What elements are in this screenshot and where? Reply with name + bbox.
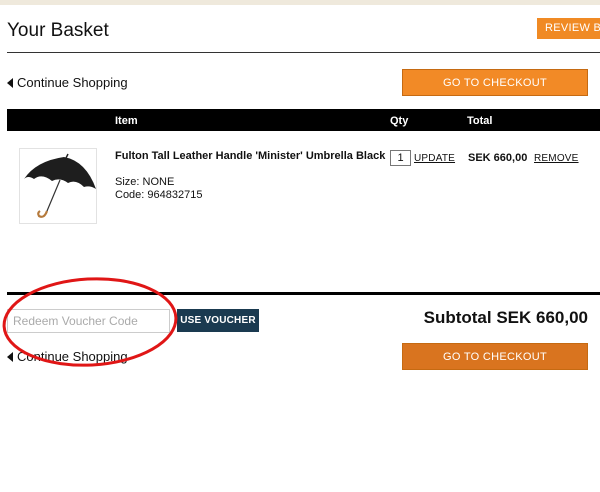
- line-total: SEK 660,00: [468, 152, 528, 164]
- product-code: Code: 964832715: [115, 189, 203, 201]
- header-item: Item: [115, 115, 138, 127]
- basket-table-header: Item Qty Total: [7, 109, 600, 131]
- remove-link[interactable]: REMOVE: [534, 153, 579, 164]
- top-banner-strip: [0, 0, 600, 5]
- back-arrow-icon: [7, 77, 13, 88]
- annotation-circle: [2, 277, 178, 367]
- page-title: Your Basket: [7, 20, 109, 41]
- continue-shopping-link-top[interactable]: Continue Shopping: [7, 75, 128, 90]
- title-divider: [7, 52, 600, 53]
- subtotal: Subtotal SEK 660,00: [423, 308, 588, 327]
- review-basket-button[interactable]: REVIEW BASKET: [537, 18, 600, 39]
- update-link[interactable]: UPDATE: [414, 153, 455, 164]
- umbrella-icon: [24, 153, 96, 218]
- header-qty: Qty: [390, 115, 409, 127]
- checkout-button-top[interactable]: GO TO CHECKOUT: [402, 69, 588, 96]
- checkout-button-bottom[interactable]: GO TO CHECKOUT: [402, 343, 588, 370]
- continue-shopping-label: Continue Shopping: [17, 75, 128, 90]
- product-size: Size: NONE: [115, 176, 175, 188]
- product-name[interactable]: Fulton Tall Leather Handle 'Minister' Um…: [115, 150, 385, 162]
- header-total: Total: [467, 115, 493, 127]
- product-image[interactable]: [19, 148, 97, 224]
- quantity-input[interactable]: [390, 150, 411, 166]
